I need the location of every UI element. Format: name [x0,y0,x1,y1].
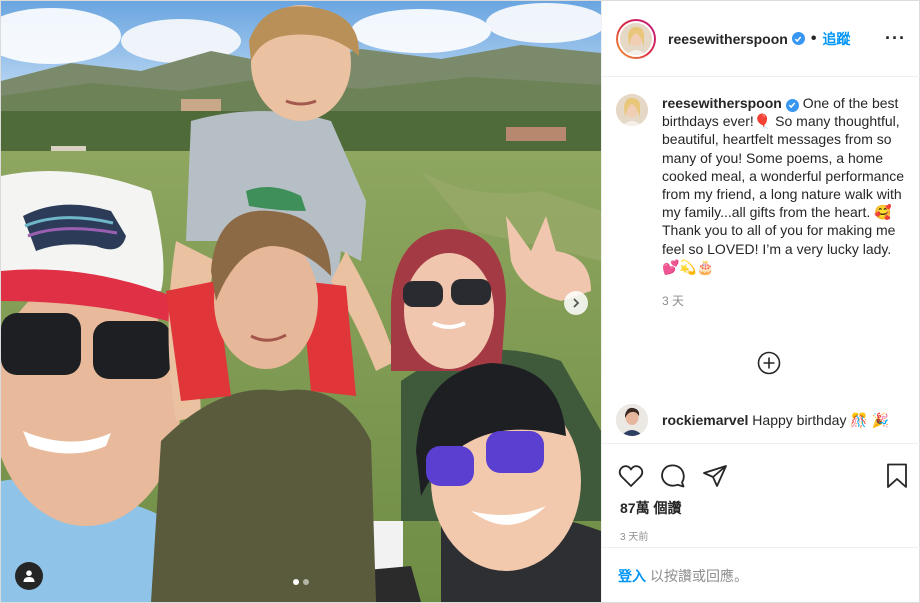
save-bookmark-icon[interactable] [886,463,908,489]
slide-indicator [293,579,309,585]
verified-badge-icon [791,32,805,45]
slide-dot [303,579,309,585]
post-timestamp[interactable]: 3 天前 [602,518,920,543]
post-side-panel: reesewitherspoon • 追蹤 ··· reesewitherspo… [601,1,920,602]
author-avatar[interactable] [616,18,656,59]
avatar-portrait [620,22,652,55]
login-prompt: 登入 以按讚或回應。 [602,547,920,603]
user-icon [23,570,35,582]
slide-dot-active [293,579,299,585]
action-icons-row [602,444,920,496]
post-actions: 87萬 個讚 3 天前 登入 以按讚或回應。 [602,443,920,602]
caption-username[interactable]: reesewitherspoon [662,95,782,111]
like-heart-icon[interactable] [618,464,644,488]
caption-author-avatar[interactable] [616,94,648,126]
avatar-portrait [616,404,648,436]
follow-button[interactable]: 追蹤 [822,29,850,49]
next-slide-button[interactable] [564,291,588,315]
commenter-username[interactable]: rockiemarvel [662,412,748,428]
share-paper-plane-icon[interactable] [702,464,728,488]
author-username[interactable]: reesewitherspoon [668,31,788,47]
comment-text: Happy birthday 🎊 🎉 [752,411,890,428]
comment-content: rockiemarvel Happy birthday 🎊 🎉 [662,412,889,429]
chevron-right-icon [573,298,580,308]
caption: reesewitherspoon One of the best birthda… [602,78,920,310]
comments-section: reesewitherspoon One of the best birthda… [602,78,920,442]
commenter-avatar[interactable] [616,404,648,436]
tagged-users-button[interactable] [15,562,43,590]
more-options-icon[interactable]: ··· [885,28,906,49]
login-link[interactable]: 登入 [618,566,646,586]
load-more-comments-icon[interactable] [757,351,781,375]
caption-text: One of the best birthdays ever!🎈 So many… [662,95,905,275]
comment-item: rockiemarvel Happy birthday 🎊 🎉 [616,404,889,436]
follow-separator: • [810,29,817,47]
caption-age[interactable]: 3 天 [662,292,906,310]
verified-badge-icon [785,98,799,112]
post-header: reesewitherspoon • 追蹤 ··· [602,1,920,77]
instagram-post: reesewitherspoon • 追蹤 ··· reesewitherspo… [0,0,920,603]
caption-body: reesewitherspoon One of the best birthda… [662,94,906,310]
likes-count[interactable]: 87萬 個讚 [602,496,920,518]
family-photo-illustration [1,1,601,602]
comment-bubble-icon[interactable] [660,463,686,489]
login-prompt-text: 以按讚或回應。 [650,567,748,584]
avatar-portrait [616,94,648,126]
post-photo[interactable] [1,1,601,602]
